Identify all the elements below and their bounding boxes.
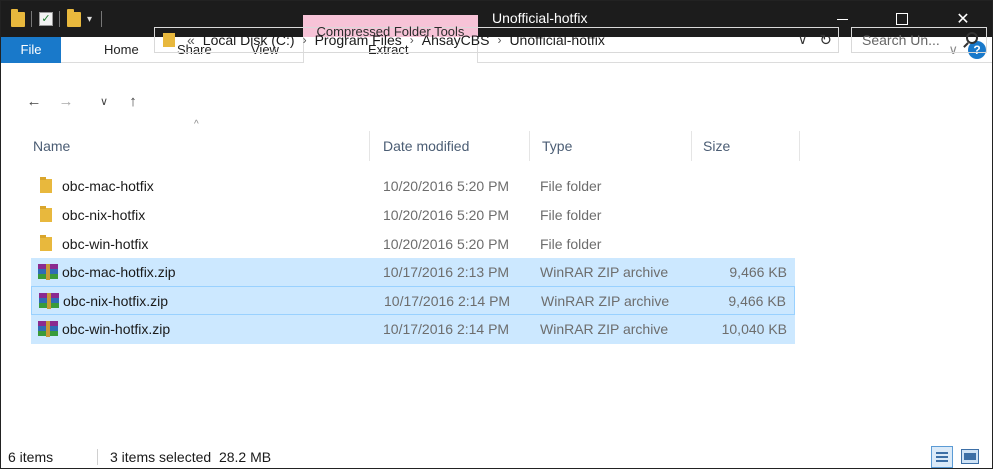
address-dropdown-icon[interactable]: ∨ bbox=[798, 32, 808, 48]
explorer-window: ✓ ▾ Unofficial-hotfix ✕ File Home Share … bbox=[0, 0, 993, 469]
address-bar[interactable]: « Local Disk (C:) › Program Files › Ahsa… bbox=[154, 27, 839, 53]
quick-access-folder-icon[interactable] bbox=[11, 1, 25, 37]
file-date-modified: 10/17/2016 2:13 PM bbox=[383, 264, 510, 280]
file-type: WinRAR ZIP archive bbox=[540, 321, 669, 337]
file-row-selected[interactable]: obc-mac-hotfix.zip 10/17/2016 2:13 PM Wi… bbox=[31, 258, 795, 287]
search-placeholder: Search Un... bbox=[862, 32, 940, 48]
file-date-modified: 10/17/2016 2:14 PM bbox=[383, 321, 510, 337]
quick-access-dropdown-icon[interactable]: ▾ bbox=[87, 1, 92, 37]
new-folder-icon[interactable] bbox=[67, 1, 81, 37]
status-bar: 6 items 3 items selected 28.2 MB bbox=[1, 444, 992, 468]
tab-home[interactable]: Home bbox=[104, 37, 139, 63]
address-folder-icon bbox=[163, 33, 175, 47]
file-date-modified: 10/20/2016 5:20 PM bbox=[383, 236, 510, 252]
winrar-archive-icon bbox=[38, 264, 58, 280]
status-item-count: 6 items bbox=[8, 449, 54, 465]
column-divider[interactable] bbox=[369, 131, 370, 161]
winrar-archive-icon bbox=[38, 321, 58, 337]
column-divider[interactable] bbox=[799, 131, 800, 161]
file-name: obc-win-hotfix.zip bbox=[62, 321, 171, 337]
file-type: WinRAR ZIP archive bbox=[541, 293, 670, 309]
quick-access-separator bbox=[101, 1, 102, 37]
forward-arrow-icon[interactable]: → bbox=[57, 92, 75, 112]
file-size: 9,466 KB bbox=[728, 293, 786, 309]
large-icons-view-icon[interactable] bbox=[961, 449, 979, 464]
folder-icon bbox=[40, 177, 52, 193]
file-row[interactable]: obc-mac-hotfix 10/20/2016 5:20 PM File f… bbox=[31, 172, 795, 201]
context-tab-label[interactable]: Compressed Folder Tools bbox=[303, 15, 478, 55]
search-icon bbox=[966, 32, 978, 44]
file-type: WinRAR ZIP archive bbox=[540, 264, 669, 280]
file-row-selected[interactable]: obc-nix-hotfix.zip 10/17/2016 2:14 PM Wi… bbox=[31, 286, 795, 315]
quick-access-separator bbox=[31, 1, 32, 37]
search-input[interactable]: Search Un... bbox=[851, 27, 987, 53]
column-divider[interactable] bbox=[691, 131, 692, 161]
address-controls: ∨ ↻ bbox=[798, 28, 832, 52]
file-name: obc-nix-hotfix.zip bbox=[63, 293, 169, 309]
file-name: obc-win-hotfix bbox=[62, 236, 149, 252]
properties-check-icon[interactable]: ✓ bbox=[39, 1, 53, 37]
folder-icon bbox=[40, 206, 52, 222]
back-arrow-icon[interactable]: ← bbox=[25, 92, 43, 112]
breadcrumb-local-disk[interactable]: Local Disk (C:) bbox=[203, 32, 295, 48]
recent-locations-icon[interactable]: ∨ bbox=[95, 92, 113, 112]
file-row[interactable]: obc-nix-hotfix 10/20/2016 5:20 PM File f… bbox=[31, 201, 795, 230]
column-header-type[interactable]: Type bbox=[542, 131, 572, 161]
column-headers: ^ Name Date modified Type Size bbox=[1, 119, 992, 161]
winrar-archive-icon bbox=[39, 293, 59, 309]
refresh-icon[interactable]: ↻ bbox=[819, 31, 832, 49]
file-row-selected[interactable]: obc-win-hotfix.zip 10/17/2016 2:14 PM Wi… bbox=[31, 315, 795, 344]
breadcrumb-chevron-icon[interactable]: › bbox=[497, 33, 501, 47]
file-size: 10,040 KB bbox=[721, 321, 787, 337]
file-date-modified: 10/17/2016 2:14 PM bbox=[384, 293, 511, 309]
file-size: 9,466 KB bbox=[729, 264, 787, 280]
column-header-name[interactable]: Name bbox=[33, 131, 70, 161]
up-arrow-icon[interactable]: ↑ bbox=[124, 92, 142, 112]
status-selection-info: 3 items selected 28.2 MB bbox=[110, 449, 272, 465]
file-row[interactable]: obc-win-hotfix 10/20/2016 5:20 PM File f… bbox=[31, 230, 795, 259]
sort-ascending-icon: ^ bbox=[194, 119, 199, 130]
details-view-icon[interactable] bbox=[931, 446, 953, 468]
status-divider bbox=[97, 449, 98, 465]
file-type: File folder bbox=[540, 236, 602, 252]
column-divider[interactable] bbox=[529, 131, 530, 161]
file-date-modified: 10/20/2016 5:20 PM bbox=[383, 207, 510, 223]
breadcrumb-unofficial-hotfix[interactable]: Unofficial-hotfix bbox=[509, 32, 604, 48]
file-name: obc-mac-hotfix bbox=[62, 178, 154, 194]
folder-icon bbox=[40, 235, 52, 251]
quick-access-separator bbox=[59, 1, 60, 37]
file-type: File folder bbox=[540, 207, 602, 223]
file-name: obc-mac-hotfix.zip bbox=[62, 264, 176, 280]
file-date-modified: 10/20/2016 5:20 PM bbox=[383, 178, 510, 194]
column-header-date-modified[interactable]: Date modified bbox=[383, 131, 469, 161]
tab-file[interactable]: File bbox=[1, 37, 61, 63]
column-header-size[interactable]: Size bbox=[703, 131, 730, 161]
breadcrumb-overflow-icon[interactable]: « bbox=[187, 32, 195, 48]
file-type: File folder bbox=[540, 178, 602, 194]
file-name: obc-nix-hotfix bbox=[62, 207, 146, 223]
